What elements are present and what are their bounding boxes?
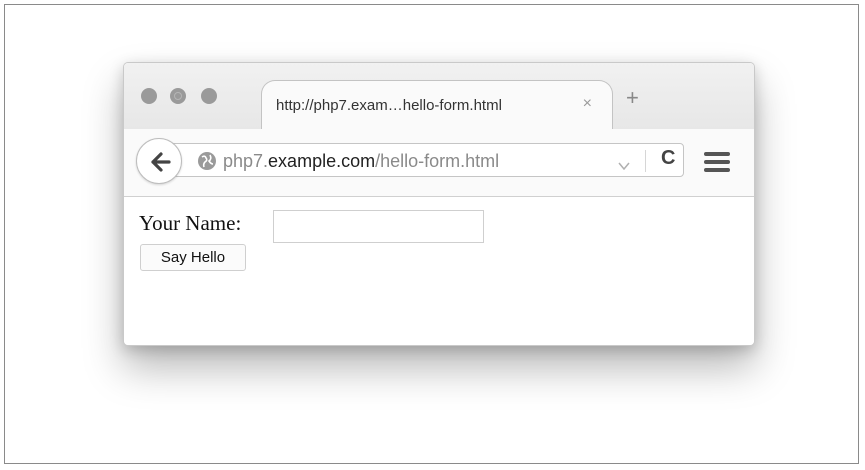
name-input[interactable] [273, 210, 484, 243]
back-arrow-icon [151, 152, 171, 172]
url-separator [645, 150, 646, 172]
hamburger-menu-icon[interactable] [704, 151, 730, 178]
reload-icon[interactable]: C [661, 147, 675, 170]
url-host: example.com [268, 151, 376, 171]
tab-title: http://php7.exam…hello-form.html [276, 97, 502, 114]
new-tab-button[interactable]: + [626, 87, 639, 109]
minimize-window-button[interactable] [170, 88, 186, 104]
figure-frame: http://php7.exam…hello-form.html × + php… [4, 4, 859, 464]
tab-hello-form[interactable]: http://php7.exam…hello-form.html × [261, 80, 613, 130]
browser-window: http://php7.exam…hello-form.html × + php… [123, 62, 755, 346]
close-window-button[interactable] [141, 88, 157, 104]
url-text: php7.example.com/hello-form.html [223, 151, 499, 172]
title-bar: http://php7.exam…hello-form.html × + [124, 63, 754, 130]
zoom-window-button[interactable] [201, 88, 217, 104]
globe-icon [197, 151, 217, 176]
tab-close-icon[interactable]: × [583, 95, 592, 113]
url-path: /hello-form.html [375, 151, 500, 171]
navigation-toolbar: php7.example.com/hello-form.html C [124, 129, 754, 197]
back-button[interactable] [136, 138, 182, 184]
say-hello-button[interactable]: Say Hello [140, 244, 246, 271]
page-content: Your Name: Say Hello [124, 197, 754, 345]
dropdown-icon[interactable] [618, 157, 630, 175]
url-scheme-prefix: php7. [223, 151, 269, 171]
name-label: Your Name: [139, 211, 242, 235]
address-bar[interactable]: php7.example.com/hello-form.html C [162, 143, 684, 177]
